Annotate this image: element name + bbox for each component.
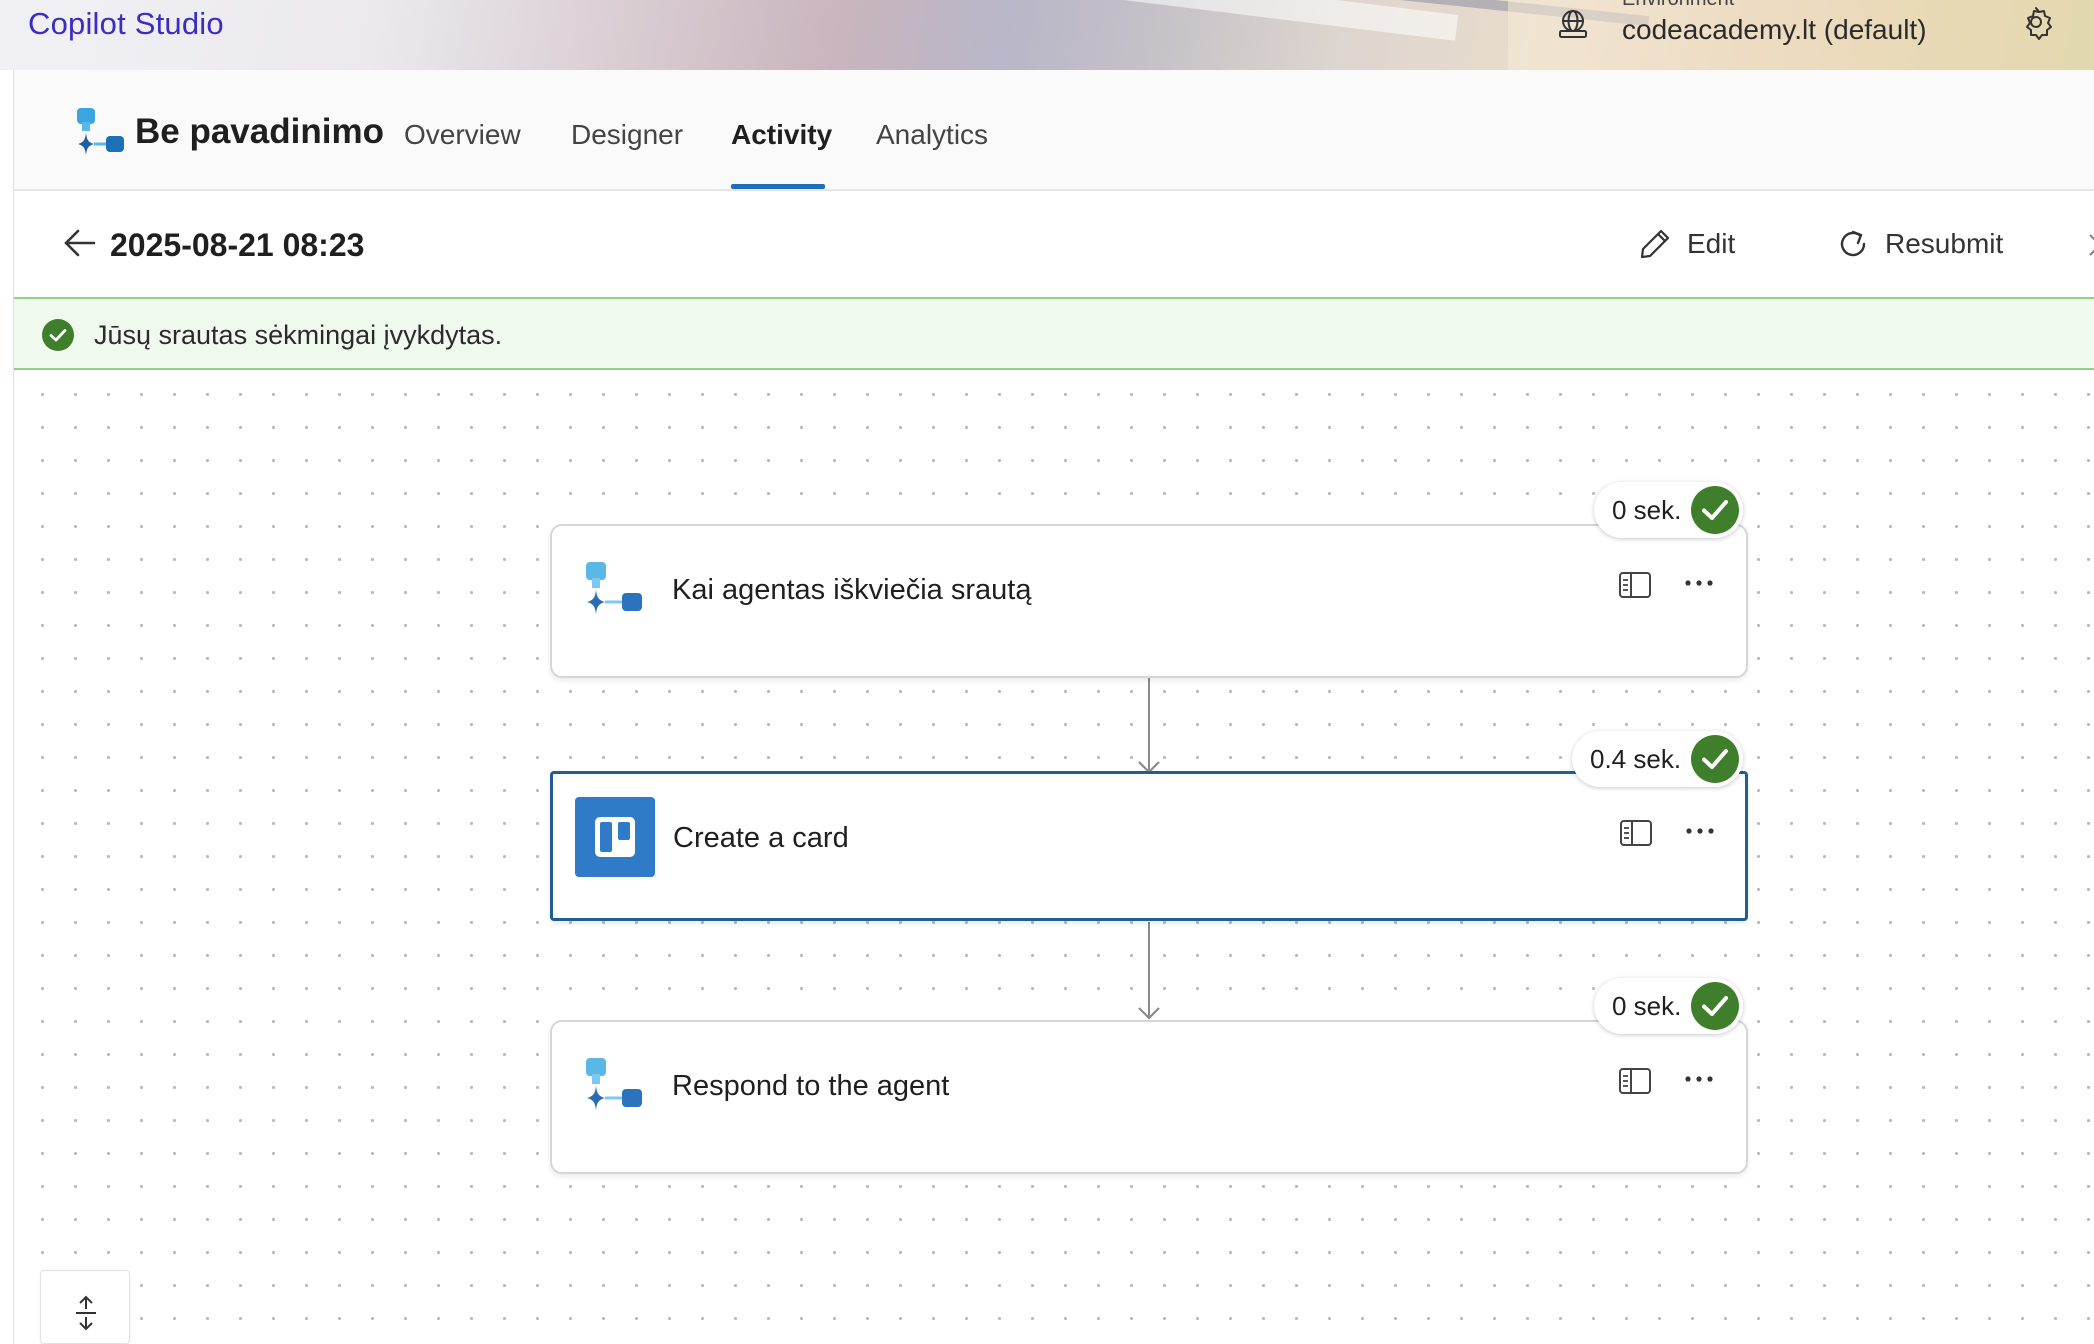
tab-activity[interactable]: Activity [731, 119, 832, 151]
inputs-outputs-icon[interactable] [1618, 1066, 1652, 1096]
step-label: Respond to the agent [672, 1070, 950, 1102]
more-options-icon[interactable] [1682, 568, 1716, 598]
tab-analytics[interactable]: Analytics [876, 119, 988, 151]
header-decoration [561, 0, 1459, 41]
environment-label: Environment [1622, 0, 1734, 11]
success-check-icon [1691, 486, 1740, 534]
copilot-flow-icon [586, 562, 642, 614]
back-arrow-icon[interactable] [60, 223, 100, 263]
tab-designer[interactable]: Designer [571, 119, 683, 151]
run-header: 2025-08-21 08:23 Edit Resubmit [14, 191, 2094, 299]
step-label: Create a card [673, 822, 849, 854]
flow-step-create-card[interactable]: Create a card [550, 771, 1748, 921]
flow-name: Be pavadinimo [135, 112, 384, 151]
success-check-icon [1691, 735, 1740, 783]
resubmit-label: Resubmit [1885, 228, 2004, 259]
success-banner: Jūsų srautas sėkmingai įvykdytas. [14, 299, 2094, 370]
environment-globe-icon[interactable] [1556, 6, 1590, 40]
step-duration: 0.4 sek. [1590, 743, 1682, 774]
pencil-icon [1640, 229, 1670, 259]
arrow-down-icon [1138, 1007, 1160, 1020]
edit-label: Edit [1687, 228, 1736, 259]
inputs-outputs-icon[interactable] [1619, 818, 1653, 848]
environment-selector[interactable]: codeacademy.lt (default) [1622, 14, 1927, 46]
step-duration: 0 sek. [1612, 494, 1682, 525]
more-options-icon[interactable] [1683, 816, 1717, 846]
resubmit-button[interactable]: Resubmit [1835, 221, 2003, 267]
duration-badge: 0 sek. [1594, 978, 1744, 1034]
active-tab-indicator [731, 184, 825, 189]
success-check-icon [42, 319, 74, 351]
trello-icon [575, 797, 655, 877]
tab-overview[interactable]: Overview [404, 119, 521, 151]
status-message: Jūsų srautas sėkmingai įvykdytas. [94, 320, 503, 350]
run-title: 2025-08-21 08:23 [110, 227, 365, 263]
expand-vertical-icon [76, 1295, 96, 1331]
flow-nav-bar: Be pavadinimo Overview Designer Activity… [14, 70, 2094, 191]
fit-view-button[interactable] [40, 1270, 130, 1344]
success-check-icon [1691, 982, 1740, 1030]
chevron-right-icon[interactable] [2084, 231, 2094, 259]
connector-line [1148, 678, 1150, 770]
connector-line [1148, 922, 1150, 1018]
inputs-outputs-icon[interactable] [1618, 570, 1652, 600]
flow-step-respond[interactable]: Respond to the agent [550, 1020, 1748, 1174]
step-label: Kai agentas iškviečia srautą [672, 574, 1032, 606]
duration-badge: 0.4 sek. [1572, 731, 1744, 787]
app-header: Copilot Studio Environment codeacademy.l… [0, 0, 2094, 70]
flow-step-trigger[interactable]: Kai agentas iškviečia srautą [550, 524, 1748, 678]
copilot-flow-icon [77, 108, 124, 155]
settings-gear-icon[interactable] [2018, 4, 2054, 40]
brand-title[interactable]: Copilot Studio [28, 6, 224, 42]
more-options-icon[interactable] [1682, 1064, 1716, 1094]
copilot-flow-icon [586, 1058, 642, 1110]
edit-button[interactable]: Edit [1637, 221, 1735, 267]
step-duration: 0 sek. [1612, 990, 1682, 1021]
refresh-icon [1840, 230, 1866, 257]
duration-badge: 0 sek. [1594, 482, 1744, 538]
